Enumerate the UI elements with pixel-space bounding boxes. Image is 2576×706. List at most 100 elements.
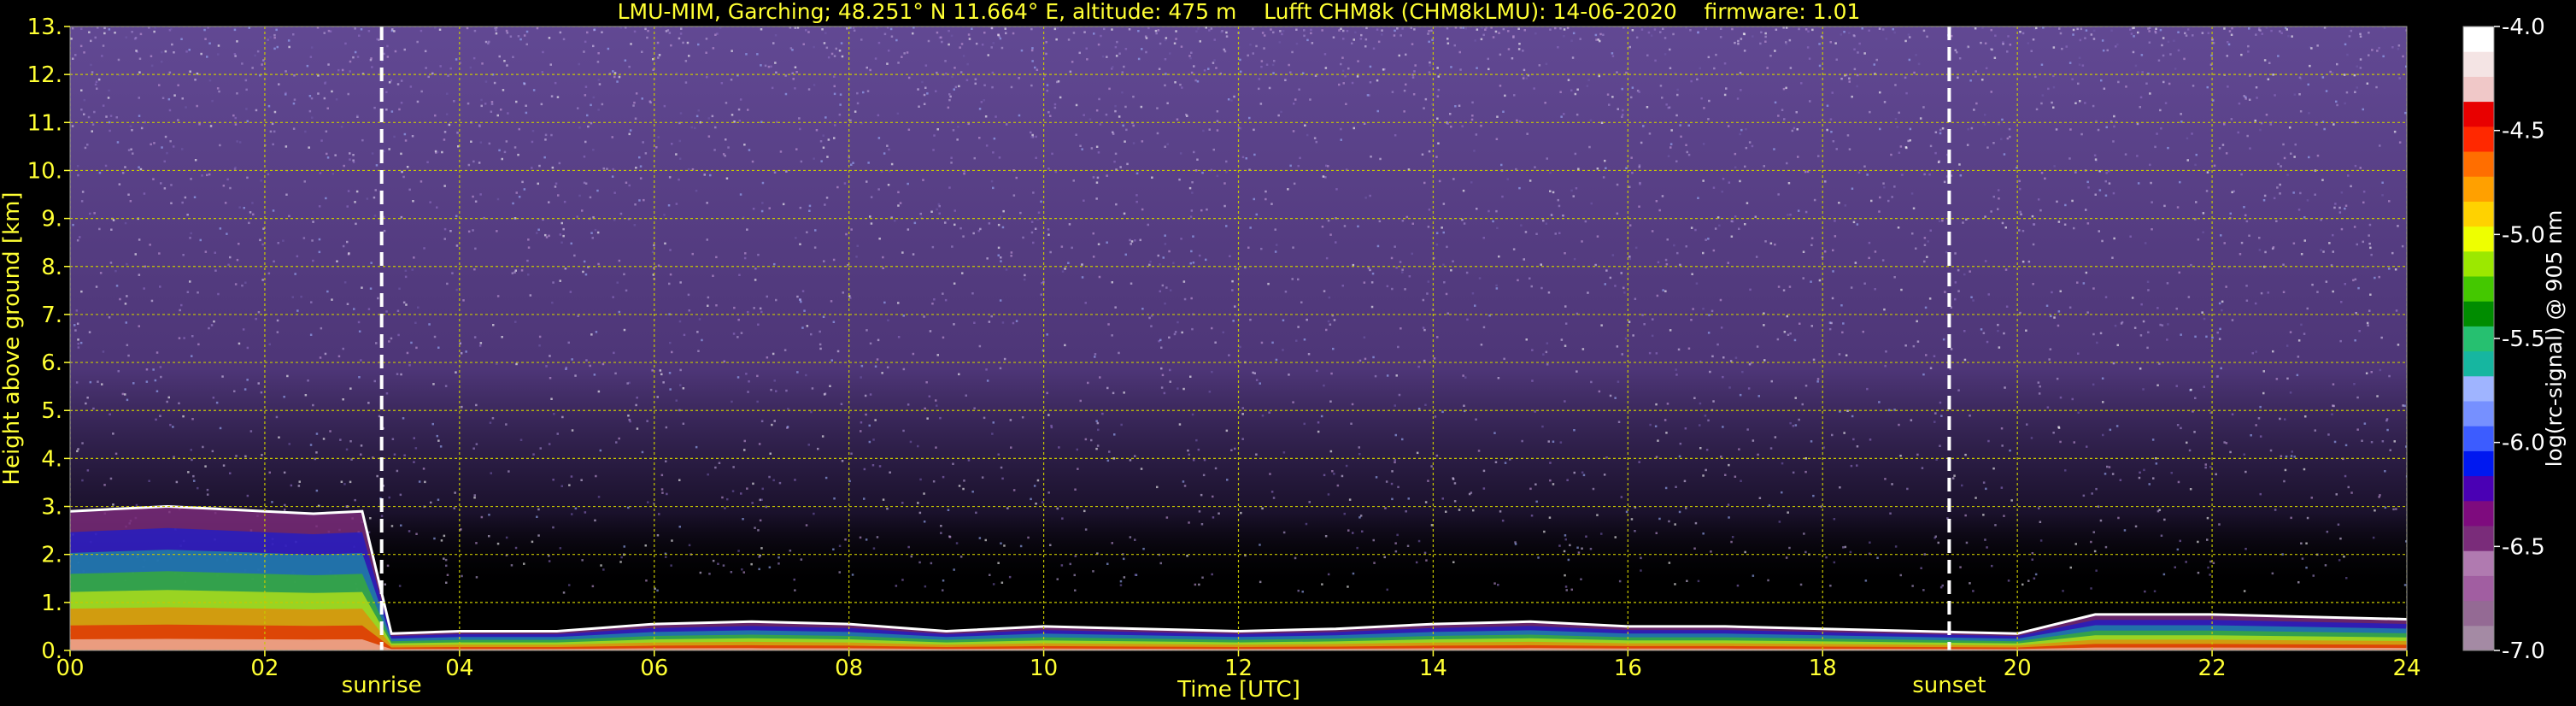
noise-point: [219, 227, 222, 230]
noise-point: [1900, 288, 1903, 291]
noise-point: [206, 488, 209, 491]
noise-point: [1605, 167, 1607, 169]
noise-point: [1522, 77, 1525, 79]
noise-point: [2282, 291, 2286, 293]
noise-point: [2063, 223, 2067, 226]
noise-point: [523, 562, 525, 565]
noise-point: [1921, 467, 1924, 469]
noise-point: [583, 156, 586, 158]
noise-point: [991, 71, 995, 74]
noise-point: [2274, 509, 2277, 511]
noise-point: [1001, 321, 1005, 324]
noise-point: [997, 223, 1000, 227]
noise-point: [657, 56, 660, 59]
noise-point: [1051, 152, 1053, 156]
noise-point: [878, 238, 881, 240]
noise-point: [238, 206, 241, 209]
noise-point: [2290, 455, 2293, 457]
noise-point: [1722, 178, 1725, 180]
noise-point: [512, 56, 514, 58]
noise-point: [1399, 327, 1402, 330]
noise-point: [695, 115, 699, 118]
noise-point: [1414, 64, 1417, 67]
noise-point: [1651, 334, 1654, 338]
noise-point: [1261, 32, 1265, 34]
noise-point: [2283, 479, 2286, 483]
noise-point: [597, 496, 601, 498]
noise-point: [204, 38, 207, 40]
noise-point: [2316, 154, 2320, 157]
noise-point: [730, 79, 733, 81]
noise-point: [2190, 263, 2192, 267]
noise-point: [613, 351, 615, 355]
noise-point: [556, 96, 560, 98]
noise-point: [1241, 156, 1245, 159]
noise-point: [1329, 233, 1332, 236]
noise-point: [1351, 403, 1354, 406]
noise-point: [1182, 280, 1186, 283]
noise-point: [1797, 209, 1800, 212]
noise-point: [1693, 397, 1696, 399]
noise-point: [1540, 286, 1543, 290]
noise-point: [1306, 38, 1309, 42]
noise-point: [1870, 199, 1873, 203]
noise-point: [983, 416, 986, 420]
noise-point: [1685, 245, 1687, 248]
noise-point: [1731, 220, 1734, 223]
noise-point: [1265, 63, 1269, 66]
noise-point: [1812, 494, 1815, 497]
noise-point: [2397, 225, 2399, 227]
noise-point: [2393, 130, 2397, 133]
noise-point: [2289, 391, 2292, 394]
noise-point: [182, 254, 185, 256]
noise-point: [145, 380, 149, 383]
noise-point: [1376, 109, 1379, 113]
noise-point: [403, 132, 407, 136]
noise-point: [117, 58, 120, 62]
noise-point: [2104, 194, 2108, 197]
noise-point: [1148, 316, 1151, 320]
noise-point: [2186, 441, 2188, 444]
noise-point: [2300, 323, 2303, 327]
noise-point: [296, 309, 299, 312]
noise-point: [1212, 62, 1215, 64]
noise-point: [103, 32, 106, 35]
noise-point: [89, 212, 91, 215]
noise-point: [1794, 397, 1797, 399]
noise-point: [1371, 272, 1375, 275]
noise-point: [1695, 282, 1699, 285]
noise-point: [397, 333, 400, 337]
noise-point: [585, 359, 588, 362]
noise-point: [623, 545, 625, 548]
noise-point: [92, 407, 95, 410]
noise-point: [1909, 127, 1912, 131]
noise-point: [502, 89, 505, 91]
noise-point: [2101, 39, 2104, 42]
noise-point: [1969, 415, 1971, 417]
noise-point: [805, 374, 807, 377]
noise-point: [2271, 572, 2274, 575]
noise-point: [538, 335, 542, 338]
noise-point: [678, 526, 681, 528]
noise-point: [855, 256, 858, 258]
noise-point: [308, 109, 312, 113]
noise-point: [1922, 29, 1926, 32]
noise-point: [933, 134, 936, 137]
noise-point: [388, 81, 391, 84]
noise-point: [868, 424, 871, 427]
noise-point: [262, 59, 265, 62]
noise-point: [1069, 70, 1072, 74]
noise-point: [1030, 84, 1033, 87]
noise-point: [2179, 539, 2181, 543]
noise-point: [2000, 427, 2004, 430]
noise-point: [959, 71, 963, 74]
noise-point: [2293, 93, 2297, 96]
noise-point: [517, 35, 520, 38]
noise-point: [218, 90, 220, 93]
noise-point: [966, 62, 969, 66]
noise-point: [643, 198, 645, 202]
noise-point: [1406, 544, 1410, 547]
noise-point: [1570, 588, 1573, 591]
noise-point: [349, 387, 352, 390]
noise-point: [405, 303, 408, 306]
